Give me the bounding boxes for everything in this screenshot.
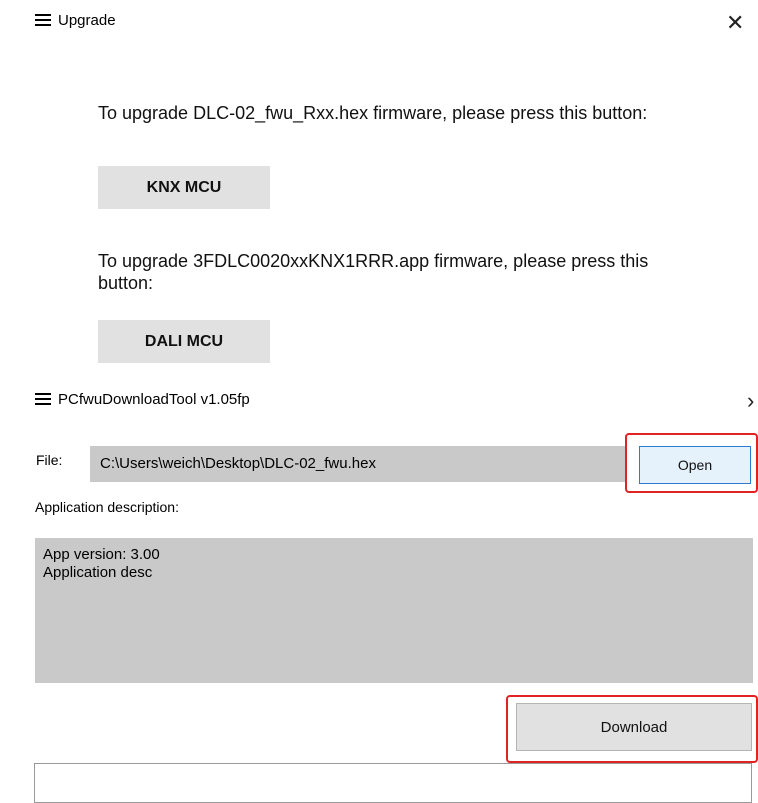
app-desc-line: Application desc (43, 564, 153, 581)
file-path-text: C:\Users\weich\Desktop\DLC-02_fwu.hex (100, 455, 376, 472)
knx-instruction-text: To upgrade DLC-02_fwu_Rxx.hex firmware, … (98, 103, 648, 123)
download-button[interactable]: Download (516, 703, 752, 751)
upgrade-window-title: Upgrade (58, 12, 116, 29)
tool-window-title: PCfwuDownloadTool v1.05fp (58, 391, 250, 408)
app-desc-box[interactable]: App version: 3.00 Application desc (35, 538, 753, 683)
tool-menu-icon[interactable] (35, 393, 51, 405)
dali-instruction-text: To upgrade 3FDLC0020xxKNX1RRR.app firmwa… (98, 251, 649, 293)
tool-close-icon[interactable]: › (747, 390, 754, 412)
knx-mcu-button[interactable]: KNX MCU (98, 166, 270, 209)
open-button[interactable]: Open (639, 446, 751, 484)
upgrade-close-icon[interactable]: ✕ (726, 12, 744, 34)
app-version-line: App version: 3.00 (43, 546, 160, 563)
file-label: File: (36, 452, 63, 468)
log-output-box (34, 763, 752, 803)
app-menu-icon[interactable] (35, 14, 51, 26)
dali-mcu-button[interactable]: DALI MCU (98, 320, 270, 363)
file-path-field[interactable]: C:\Users\weich\Desktop\DLC-02_fwu.hex (90, 446, 626, 482)
app-desc-label: Application description: (35, 499, 179, 515)
